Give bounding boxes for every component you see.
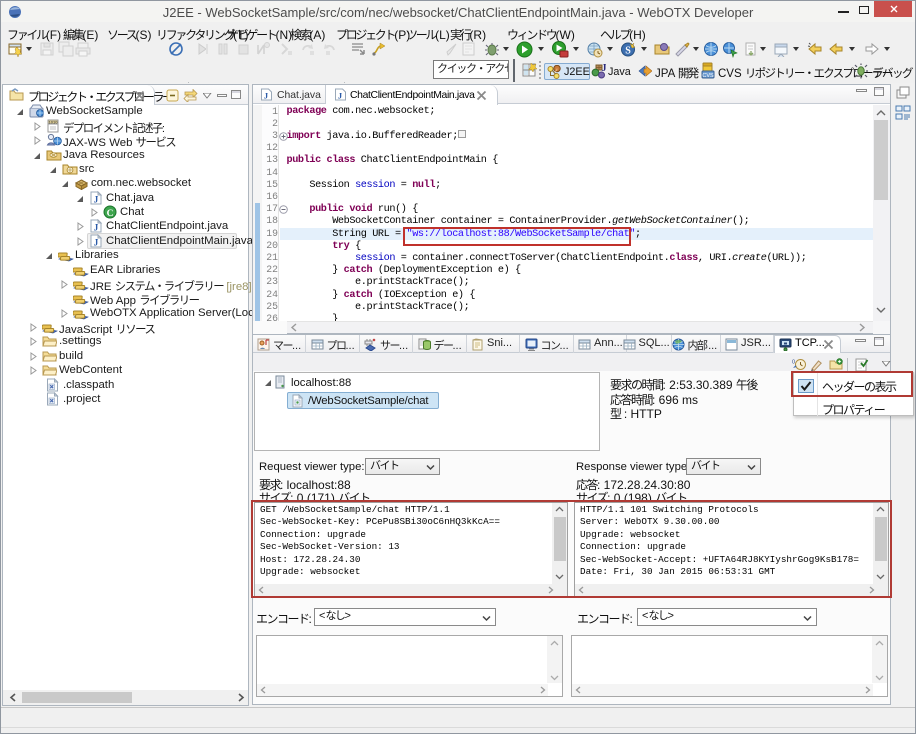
svg-text:1010: 1010: [49, 120, 59, 125]
svg-text:J: J: [602, 63, 607, 74]
svg-text:0: 0: [792, 360, 795, 366]
svg-text:CVS: CVS: [702, 73, 714, 79]
svg-text:C: C: [107, 209, 114, 219]
svg-text:S: S: [625, 46, 631, 57]
svg-text:J: J: [94, 195, 99, 205]
svg-text:J: J: [94, 223, 99, 233]
svg-text:J: J: [94, 238, 99, 248]
